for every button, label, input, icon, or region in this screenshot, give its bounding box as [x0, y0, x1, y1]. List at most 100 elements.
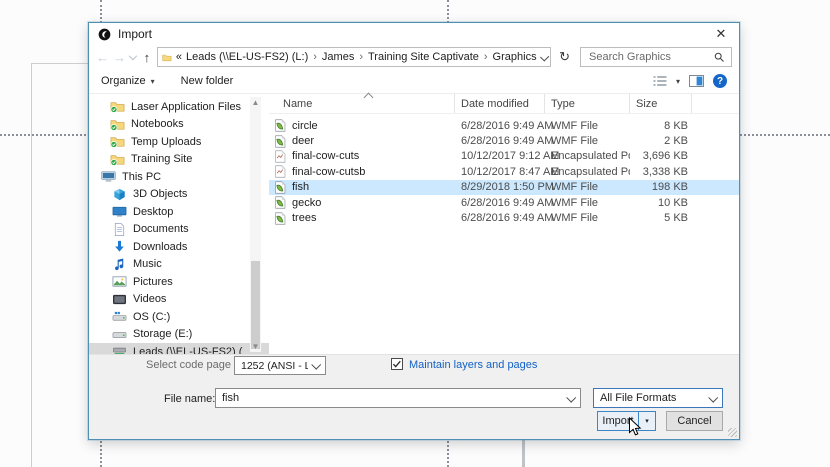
code-page-select[interactable]: 1252 (ANSI - Latin I): [234, 356, 326, 375]
sidebar-item-storage-e[interactable]: Storage (E:): [89, 326, 269, 344]
breadcrumb-overflow[interactable]: «: [176, 51, 182, 63]
file-name-combo[interactable]: [215, 388, 581, 408]
file-row-final-cow-cutsb[interactable]: final-cow-cutsb 10/12/2017 8:47 AM Encap…: [269, 164, 739, 179]
file-type: WMF File: [545, 135, 630, 147]
new-folder-label: New folder: [181, 75, 234, 87]
breadcrumb-graphics[interactable]: Graphics: [493, 51, 537, 63]
file-name-input[interactable]: [216, 392, 563, 404]
toolbar-right-group: ▾ ?: [653, 74, 727, 88]
file-date: 6/28/2016 9:49 AM: [455, 135, 545, 147]
breadcrumb-separator: ›: [483, 51, 489, 63]
sidebar-item-3d-objects[interactable]: 3D Objects: [89, 186, 269, 204]
folder-sync-icon: [110, 152, 125, 167]
organize-button[interactable]: Organize ▾: [101, 75, 155, 87]
folder-icon: [162, 52, 172, 63]
wmf-file-icon: [274, 181, 287, 194]
back-icon[interactable]: ←: [96, 51, 109, 64]
sidebar-item-label: Music: [133, 258, 162, 270]
column-header-name[interactable]: Name: [269, 94, 455, 113]
breadcrumb-drive[interactable]: Leads (\\EL-US-FS2) (L:): [186, 51, 308, 63]
sidebar-item-desktop[interactable]: Desktop: [89, 203, 269, 221]
file-row-final-cow-cuts[interactable]: final-cow-cuts 10/12/2017 9:12 AM Encaps…: [269, 149, 739, 164]
search-input[interactable]: [587, 50, 714, 64]
cancel-button[interactable]: Cancel: [666, 411, 723, 431]
scrollbar-thumb[interactable]: [251, 261, 260, 349]
sidebar-item-music[interactable]: Music: [89, 256, 269, 274]
address-dropdown-chevron-icon[interactable]: [540, 52, 549, 61]
sidebar-item-this-pc[interactable]: This PC: [89, 168, 269, 186]
document-icon: [112, 222, 127, 237]
refresh-icon[interactable]: ↻: [555, 49, 574, 65]
code-page-value: 1252 (ANSI - Latin I): [241, 360, 308, 372]
maintain-layers-checkbox[interactable]: [391, 358, 403, 370]
scroll-up-icon[interactable]: ▲: [250, 97, 261, 108]
file-type: Encapsulated Post...: [545, 150, 630, 162]
sidebar-item-videos[interactable]: Videos: [89, 291, 269, 309]
sidebar-item-temp-uploads[interactable]: Temp Uploads: [89, 133, 269, 151]
help-icon[interactable]: ?: [713, 74, 727, 88]
wmf-file-icon: [274, 212, 287, 225]
file-type: WMF File: [545, 181, 630, 193]
sidebar-item-pictures[interactable]: Pictures: [89, 273, 269, 291]
scroll-down-icon[interactable]: ▼: [250, 341, 261, 352]
sidebar-item-label: Notebooks: [131, 118, 184, 130]
breadcrumb-james[interactable]: James: [322, 51, 354, 63]
sidebar-item-label: OS (C:): [133, 311, 170, 323]
video-icon: [112, 292, 127, 307]
sidebar-item-training-site[interactable]: Training Site: [89, 151, 269, 169]
import-button[interactable]: Import ▾: [597, 411, 656, 431]
chevron-down-icon: [708, 392, 718, 402]
resize-grip[interactable]: [728, 428, 737, 437]
file-name: circle: [292, 120, 318, 132]
view-options-chevron-icon[interactable]: ▾: [676, 77, 680, 86]
file-date: 6/28/2016 9:49 AM: [455, 212, 545, 224]
file-row-fish-selected[interactable]: fish 8/29/2018 1:50 PM WMF File 198 KB: [269, 180, 739, 195]
sidebar-scrollbar[interactable]: ▲ ▼: [250, 97, 261, 352]
column-header-size[interactable]: Size: [630, 94, 692, 113]
sidebar-item-label: Temp Uploads: [131, 136, 201, 148]
file-format-select[interactable]: All File Formats: [593, 388, 723, 408]
sidebar-item-notebooks[interactable]: Notebooks: [89, 116, 269, 134]
sidebar-item-downloads[interactable]: Downloads: [89, 238, 269, 256]
sidebar-item-label: Pictures: [133, 276, 173, 288]
file-size: 3,338 KB: [630, 166, 692, 178]
file-name: trees: [292, 212, 316, 224]
column-header-type[interactable]: Type: [545, 94, 630, 113]
file-row-trees[interactable]: trees 6/28/2016 9:49 AM WMF File 5 KB: [269, 210, 739, 225]
close-icon[interactable]: ✕: [712, 26, 730, 42]
column-header-date-modified[interactable]: Date modified: [455, 94, 545, 113]
cancel-button-label: Cancel: [677, 415, 711, 427]
maintain-layers-label[interactable]: Maintain layers and pages: [409, 359, 537, 371]
breadcrumb-training-site-captivate[interactable]: Training Site Captivate: [368, 51, 479, 63]
file-row-gecko[interactable]: gecko 6/28/2016 9:49 AM WMF File 10 KB: [269, 195, 739, 210]
file-format-value: All File Formats: [600, 392, 705, 404]
file-name: deer: [292, 135, 314, 147]
sidebar-item-leads-drive[interactable]: Leads (\\EL-US-FS2) (L:): [89, 343, 269, 354]
title-bar[interactable]: Import ✕: [89, 23, 739, 45]
recent-locations-chevron-icon[interactable]: [129, 52, 137, 60]
search-box[interactable]: [580, 47, 732, 67]
sidebar-item-laser-application-files[interactable]: Laser Application Files: [89, 98, 269, 116]
file-type: WMF File: [545, 212, 630, 224]
preview-pane-icon[interactable]: [689, 75, 704, 87]
sidebar-item-label: Leads (\\EL-US-FS2) (L:): [133, 346, 243, 354]
network-drive-icon: [112, 344, 127, 354]
sidebar-item-label: Downloads: [133, 241, 187, 253]
file-row-deer[interactable]: deer 6/28/2016 9:49 AM WMF File 2 KB: [269, 133, 739, 148]
up-icon[interactable]: ↑: [144, 50, 151, 65]
file-type: WMF File: [545, 120, 630, 132]
sidebar-item-documents[interactable]: Documents: [89, 221, 269, 239]
navigation-sidebar: Laser Application Files Notebooks Temp U…: [89, 94, 269, 354]
sidebar-item-os-c[interactable]: OS (C:): [89, 308, 269, 326]
file-row-circle[interactable]: circle 6/28/2016 9:49 AM WMF File 8 KB: [269, 118, 739, 133]
address-bar[interactable]: « Leads (\\EL-US-FS2) (L:) › James › Tra…: [157, 47, 551, 67]
file-list-pane: Name Date modified Type Size circle 6/28…: [269, 94, 739, 354]
object-outline-horizontal: [31, 63, 88, 64]
sidebar-item-label: Videos: [133, 293, 166, 305]
view-list-icon[interactable]: [653, 75, 667, 87]
forward-icon[interactable]: →: [113, 51, 126, 64]
page-edge-line: [522, 436, 525, 467]
new-folder-button[interactable]: New folder: [181, 75, 234, 87]
file-size: 10 KB: [630, 197, 692, 209]
folder-sync-icon: [110, 117, 125, 132]
